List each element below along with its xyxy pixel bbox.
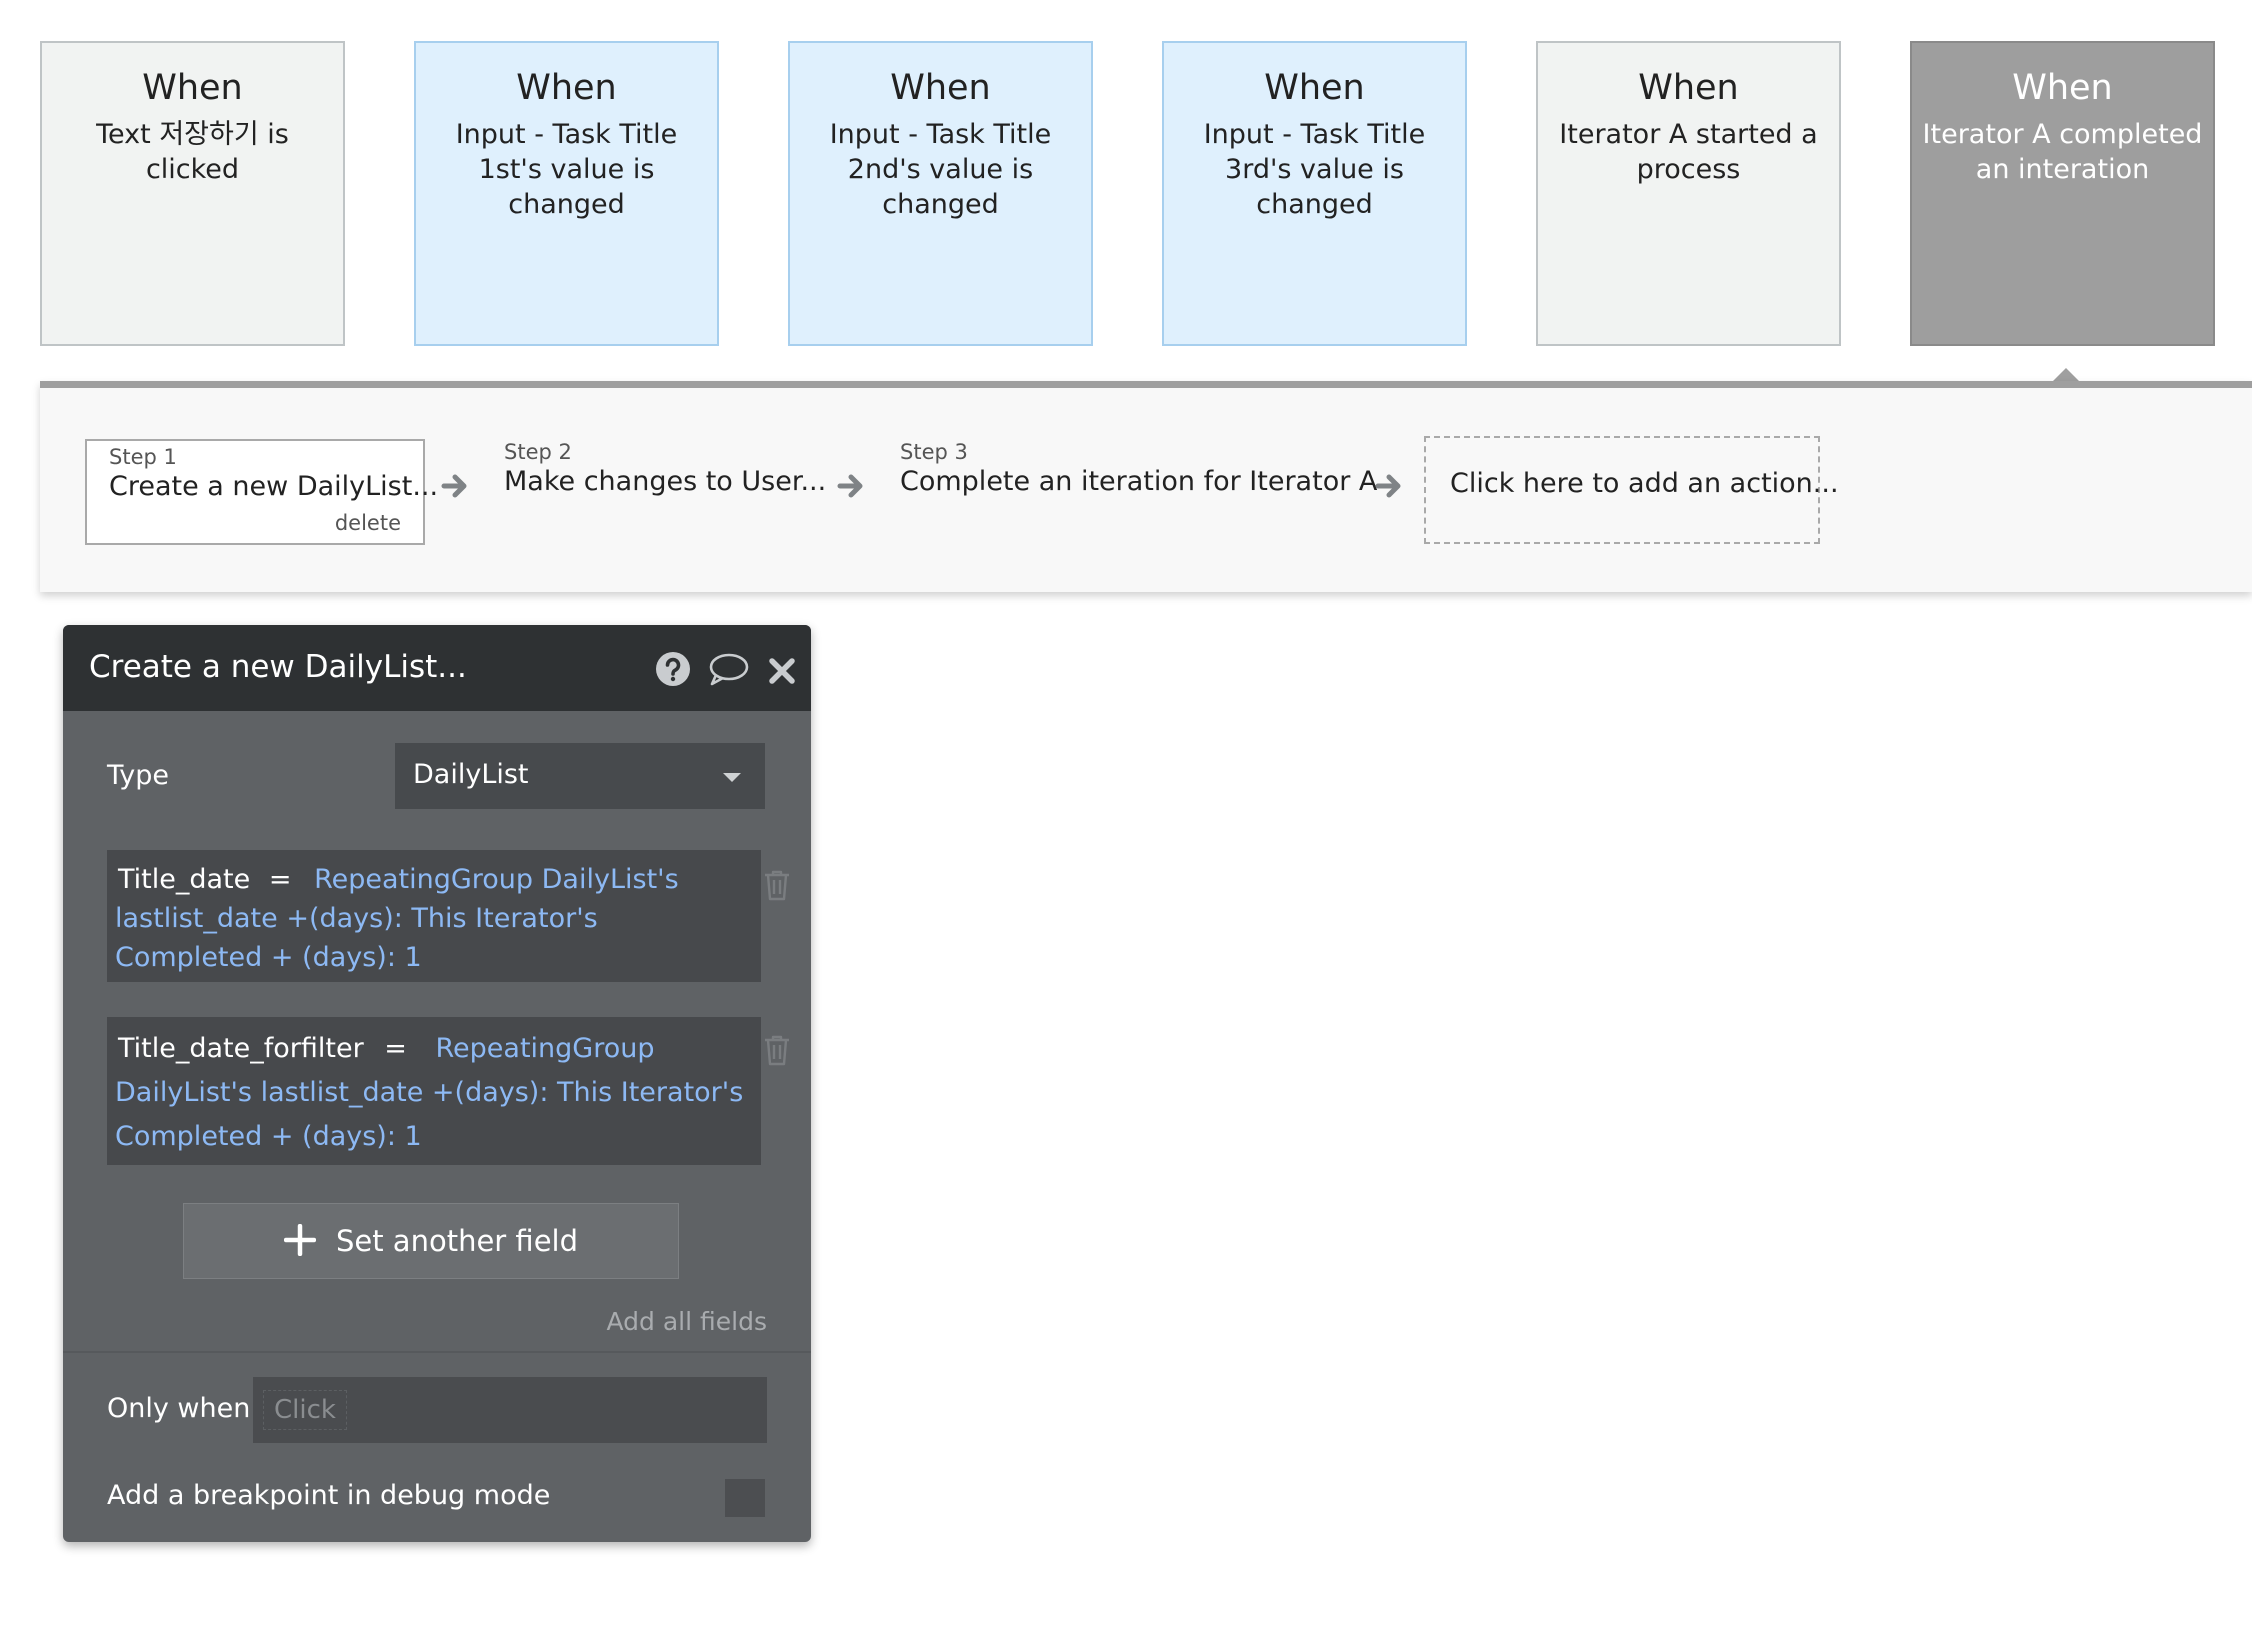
trash-icon[interactable] [763,869,791,901]
event-when-label: When [1264,68,1365,108]
type-dropdown[interactable]: DailyList [395,743,765,809]
plus-icon [283,1224,316,1256]
step-number: Step 2 [504,440,572,464]
workflow-step-2[interactable]: Step 2 Make changes to User... [504,440,826,497]
event-card-input-2nd-changed[interactable]: When Input - Task Title 2nd's value is c… [788,41,1093,346]
set-another-field-button[interactable]: Set another field [183,1203,679,1279]
event-card-iterator-completed[interactable]: When Iterator A completed an interation [1910,41,2215,346]
selected-event-pointer [2052,368,2080,382]
event-card-input-1st-changed[interactable]: When Input - Task Title 1st's value is c… [414,41,719,346]
panel-divider [63,1351,811,1353]
event-when-label: When [890,68,991,108]
breakpoint-checkbox[interactable] [725,1479,765,1517]
trash-icon[interactable] [763,1034,791,1066]
field-expression-title-date[interactable]: Title_date = RepeatingGroup DailyList's … [107,850,761,982]
help-icon[interactable] [655,651,691,687]
panel-header: Create a new DailyList... [63,625,811,711]
event-when-label: When [2012,68,2113,108]
panel-title: Create a new DailyList... [89,649,467,685]
workflow-step-3[interactable]: Step 3 Complete an iteration for Iterato… [900,440,1377,497]
event-card-iterator-started[interactable]: When Iterator A started a process [1536,41,1841,346]
event-description: Input - Task Title 3rd's value is change… [1203,119,1426,220]
field-equals: = [384,1033,407,1064]
step-number: Step 1 [109,445,177,469]
type-label: Type [107,760,170,791]
action-properties-panel: Create a new DailyList... Type DailyList… [63,625,811,1542]
field-equals: = [268,864,292,895]
event-when-label: When [516,68,617,108]
event-card-input-3rd-changed[interactable]: When Input - Task Title 3rd's value is c… [1162,41,1467,346]
step-number: Step 3 [900,440,968,464]
workflow-steps-bar: Step 1 Create a new DailyList... delete … [40,381,2252,592]
event-card-text-clicked[interactable]: When Text 저장하기 is clicked [40,41,345,346]
event-description: Iterator A completed an interation [1922,119,2203,185]
arrow-right-icon [1374,470,1406,502]
arrow-right-icon [440,470,472,502]
workflow-step-1[interactable]: Step 1 Create a new DailyList... delete [85,439,439,545]
delete-step-link[interactable]: delete [335,511,401,535]
step-title: Create a new DailyList... [109,471,439,502]
event-description: Iterator A started a process [1559,119,1818,185]
event-description: Input - Task Title 2nd's value is change… [829,119,1052,220]
add-action-button[interactable]: Click here to add an action... [1424,436,1839,544]
only-when-condition-input[interactable]: Click [253,1377,767,1443]
type-dropdown-value: DailyList [413,759,529,790]
close-icon[interactable] [766,653,798,689]
set-another-field-label: Set another field [335,1224,579,1258]
event-description: Text 저장하기 is clicked [96,119,289,185]
comment-icon[interactable] [707,651,749,687]
only-when-placeholder[interactable]: Click [263,1390,347,1430]
event-when-label: When [1638,68,1739,108]
field-expression-title-date-forfilter[interactable]: Title_date_forfilter = RepeatingGroup Da… [107,1017,761,1165]
event-when-label: When [142,68,243,108]
chevron-down-icon [723,773,741,782]
breakpoint-label: Add a breakpoint in debug mode [107,1480,551,1511]
field-name: Title_date_forfilter [118,1033,364,1064]
step-title: Make changes to User... [504,466,827,497]
event-description: Input - Task Title 1st's value is change… [455,119,678,220]
only-when-label: Only when [107,1393,251,1424]
add-all-fields-link[interactable]: Add all fields [607,1307,767,1336]
arrow-right-icon [836,470,868,502]
step-title: Complete an iteration for Iterator A [900,466,1378,497]
field-name: Title_date [118,864,251,895]
